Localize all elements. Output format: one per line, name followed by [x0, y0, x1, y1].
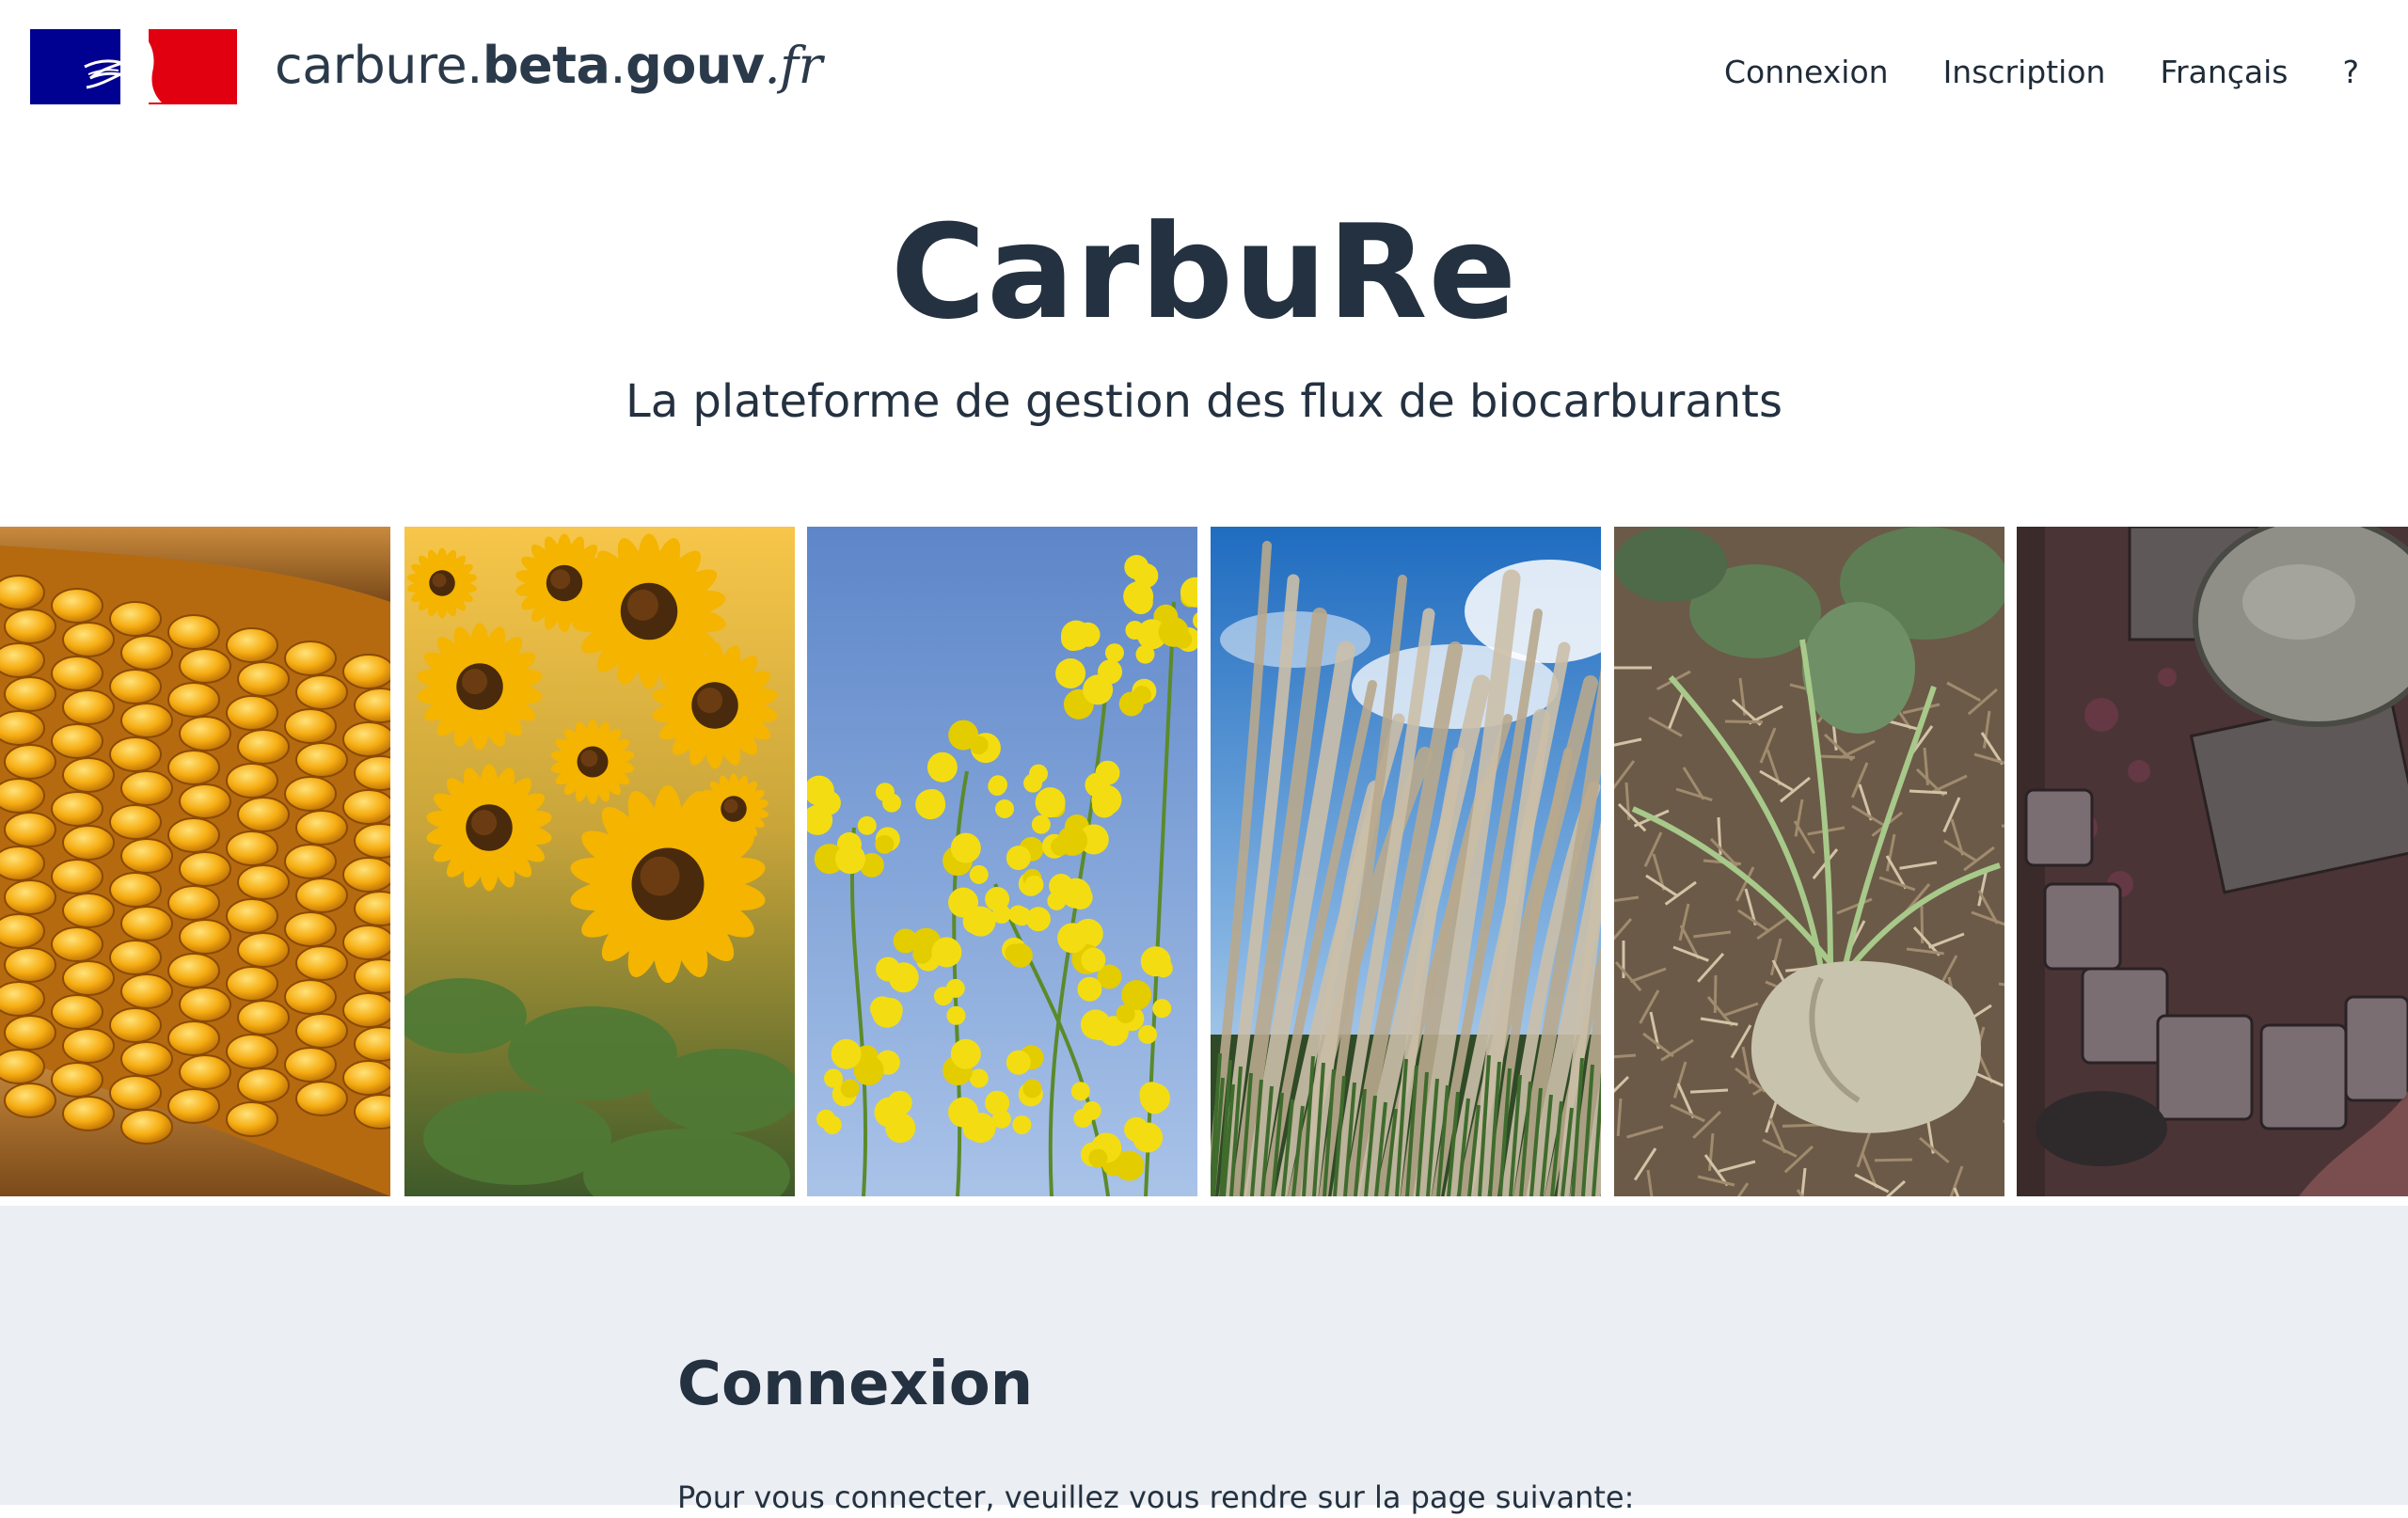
site-name-tld: .fr — [765, 36, 822, 95]
site-name-part: beta — [483, 36, 610, 95]
site-name-part: gouv — [626, 36, 764, 95]
miscanthus-photo — [1211, 527, 1601, 1196]
nav-login-link[interactable]: Connexion — [1724, 54, 1889, 90]
help-link[interactable]: ? — [2342, 54, 2359, 90]
language-selector[interactable]: Français — [2160, 54, 2288, 90]
site-name-part: carbure. — [275, 36, 483, 95]
sunflower-photo — [404, 527, 795, 1196]
header-nav: Connexion Inscription Français ? — [1670, 38, 2408, 105]
login-section-title: Connexion — [677, 1347, 1033, 1422]
corn-photo — [0, 527, 390, 1196]
site-name[interactable]: carbure.beta.gouv.fr — [275, 28, 822, 103]
login-section: Connexion Pour vous connecter, veuillez … — [0, 1206, 2408, 1505]
republique-francaise-logo[interactable] — [30, 29, 237, 104]
site-name-part: . — [610, 36, 626, 95]
biofuel-photo-gallery — [0, 527, 2408, 1196]
login-instructions: Pour vous connecter, veuillez vous rendr… — [677, 1477, 1634, 1518]
marianne-logo-icon — [30, 29, 237, 104]
wine-press-photo — [2017, 527, 2408, 1196]
page-subtitle: La plateforme de gestion des flux de bio… — [0, 369, 2408, 435]
site-header: carbure.beta.gouv.fr Connexion Inscripti… — [0, 0, 2408, 141]
page-title: CarbuRe — [0, 193, 2408, 353]
sugar-beet-photo — [1614, 527, 2004, 1196]
nav-register-link[interactable]: Inscription — [1943, 54, 2106, 90]
rapeseed-photo — [807, 527, 1197, 1196]
